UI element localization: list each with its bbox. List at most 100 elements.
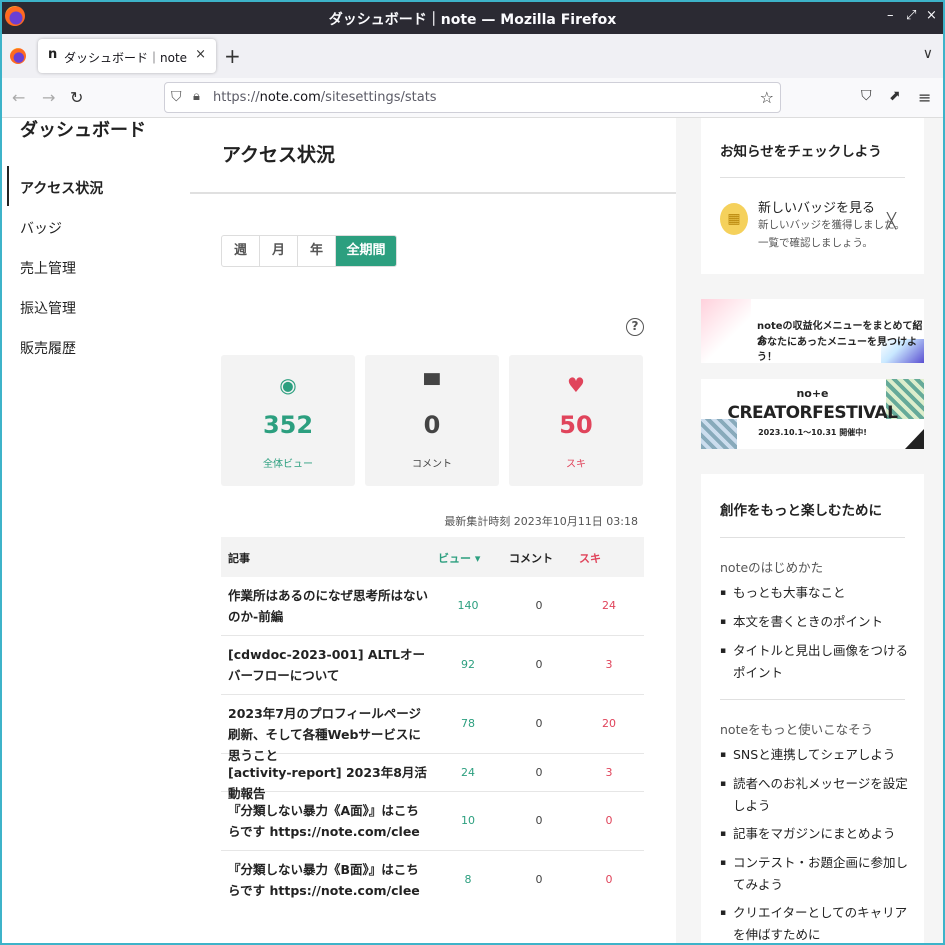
comments-label: コメント: [412, 459, 452, 470]
section-master-note: noteをもっと使いこなそう: [720, 722, 874, 737]
row-likes: 20: [602, 717, 616, 730]
dismiss-notice-icon[interactable]: ╳: [887, 212, 896, 230]
pocket-icon[interactable]: ⛉: [861, 88, 872, 104]
active-indicator: [7, 166, 9, 206]
tracking-shield-icon[interactable]: ⛉: [171, 89, 182, 105]
minimize-button[interactable]: –: [887, 8, 894, 23]
row-views: 8: [464, 873, 472, 886]
comment-icon: ▀: [424, 373, 440, 397]
tip-link[interactable]: 読者へのお礼メッセージを設定しよう: [720, 773, 910, 817]
tip-link[interactable]: コンテスト・お題企画に参加してみよう: [720, 852, 910, 896]
banner-illustration: [701, 299, 751, 363]
banner-line-2: あなたにあったメニューを見つけよう！: [757, 337, 917, 363]
sidebar-item-history[interactable]: 販売履歴: [20, 338, 76, 358]
help-icon[interactable]: ?: [626, 318, 644, 336]
table-row[interactable]: 『分類しない暴力《A面》』はこちらです https://note.com/cle…: [221, 792, 644, 851]
new-tab-button[interactable]: +: [224, 44, 241, 68]
row-comments: 0: [535, 814, 543, 827]
article-title[interactable]: 『分類しない暴力《B面》』はこちらです https://note.com/cle…: [228, 859, 428, 901]
tip-link[interactable]: クリエイターとしてのキャリアを伸ばすために: [720, 902, 910, 945]
maximize-button[interactable]: ⤢: [906, 8, 916, 23]
section-getting-started: noteのはじめかた: [720, 560, 824, 575]
row-comments: 0: [535, 717, 543, 730]
views-label: 全体ビュー: [263, 459, 313, 470]
period-month-button[interactable]: 月: [260, 236, 298, 266]
period-week-button[interactable]: 週: [222, 236, 260, 266]
comments-card: ▀ 0 コメント: [365, 355, 499, 486]
dashboard-sidebar: ダッシュボード アクセス状況 バッジ 売上管理 振込管理 販売履歴: [0, 118, 190, 945]
row-views: 140: [457, 599, 479, 612]
festival-dates: 2023.10.1～10.31 開催中!: [758, 428, 867, 437]
monetize-banner[interactable]: noteの収益化メニューをまとめて紹介 あなたにあったメニューを見つけよう！: [701, 299, 924, 363]
sidebar-item-badges[interactable]: バッジ: [20, 218, 62, 238]
tip-link[interactable]: もっとも大事なこと: [720, 582, 910, 604]
heart-icon: ♥: [567, 373, 585, 397]
lock-icon[interactable]: 🔒︎: [193, 89, 200, 104]
sidebar-item-access[interactable]: アクセス状況: [20, 178, 103, 198]
window-title: ダッシュボード｜note — Mozilla Firefox: [328, 12, 617, 28]
likes-label: スキ: [566, 459, 586, 470]
period-year-button[interactable]: 年: [298, 236, 336, 266]
likes-card: ♥ 50 スキ: [509, 355, 643, 486]
row-views: 24: [461, 766, 475, 779]
table-row[interactable]: 作業所はあるのになぜ思考所はないのか-前編 140 0 24: [221, 577, 644, 636]
period-selector: 週 月 年 全期間: [221, 235, 397, 267]
article-title[interactable]: 作業所はあるのになぜ思考所はないのか-前編: [228, 585, 428, 627]
festival-logo: no+e: [796, 387, 829, 400]
sidebar-heading: ダッシュボード: [20, 120, 146, 141]
table-row[interactable]: 2023年7月のプロフィールページ刷新、そして各種Webサービスに思うこと 78…: [221, 695, 644, 763]
reload-button[interactable]: ↻: [70, 88, 83, 107]
notice-box: お知らせをチェックしよう ▦ 新しいバッジを見る 新しいバッジを獲得しました。 …: [701, 118, 924, 274]
table-row[interactable]: [activity-report] 2023年8月活動報告 24 0 3: [221, 754, 644, 801]
festival-title: CREATORFESTIVAL: [727, 403, 898, 423]
tip-link[interactable]: 本文を書くときのポイント: [720, 611, 910, 633]
sidebar-item-sales[interactable]: 売上管理: [20, 258, 76, 278]
close-window-button[interactable]: ×: [926, 8, 937, 23]
header-article: 記事: [228, 552, 250, 565]
badge-text-2: 一覧で確認しましょう。: [758, 237, 873, 249]
period-all-button[interactable]: 全期間: [336, 236, 396, 266]
row-views: 78: [461, 717, 475, 730]
back-button[interactable]: ←: [12, 88, 25, 107]
table-row[interactable]: 『分類しない暴力《B面》』はこちらです https://note.com/cle…: [221, 851, 644, 910]
row-comments: 0: [535, 873, 543, 886]
views-count: 352: [262, 411, 314, 439]
forward-button[interactable]: →: [42, 88, 55, 107]
stats-main: アクセス状況 週 月 年 全期間 ? ◉ 352 全体ビュー ▀ 0 コメント …: [190, 118, 676, 945]
creator-festival-banner[interactable]: no+e CREATORFESTIVAL 2023.10.1～10.31 開催中…: [701, 379, 924, 449]
url-bar[interactable]: ⛉ 🔒︎ https://note.com/sitesettings/stats…: [164, 82, 781, 113]
tab-close-icon[interactable]: ×: [195, 47, 206, 62]
header-comments[interactable]: コメント: [509, 550, 553, 566]
page-content: ダッシュボード アクセス状況 バッジ 売上管理 振込管理 販売履歴 アクセス状況…: [0, 118, 945, 945]
row-likes: 3: [605, 766, 613, 779]
stats-table: 記事 ビュー ▾ コメント スキ 作業所はあるのになぜ思考所はないのか-前編 1…: [221, 537, 644, 910]
app-menu-icon[interactable]: ≡: [918, 88, 931, 107]
creation-divider: [720, 537, 905, 538]
header-likes[interactable]: スキ: [579, 550, 601, 566]
bookmark-star-icon[interactable]: ☆: [760, 88, 774, 107]
header-views-sort[interactable]: ビュー ▾: [438, 550, 480, 566]
creation-heading: 創作をもっと楽しむために: [720, 503, 882, 519]
section-divider: [720, 699, 905, 700]
sidebar-item-transfers[interactable]: 振込管理: [20, 298, 76, 318]
table-row[interactable]: [cdwdoc-2023-001] ALTLオーバーフローについて 92 0 3: [221, 636, 644, 695]
list-all-tabs-icon[interactable]: ∨: [923, 46, 933, 62]
tip-link[interactable]: タイトルと見出し画像をつけるポイント: [720, 640, 910, 684]
firefox-view-icon[interactable]: [10, 48, 26, 64]
tip-link[interactable]: 記事をマガジンにまとめよう: [720, 823, 910, 845]
row-likes: 3: [605, 658, 613, 671]
article-title[interactable]: [cdwdoc-2023-001] ALTLオーバーフローについて: [228, 644, 428, 686]
tab-dashboard[interactable]: n ダッシュボード｜note ×: [38, 39, 216, 73]
views-card: ◉ 352 全体ビュー: [221, 355, 355, 486]
last-updated: 最新集計時刻 2023年10月11日 03:18: [444, 515, 638, 528]
tip-link[interactable]: SNSと連携してシェアしよう: [720, 744, 910, 766]
row-comments: 0: [535, 766, 543, 779]
url-text[interactable]: https://note.com/sitesettings/stats: [213, 90, 437, 105]
note-favicon-icon: n: [48, 47, 58, 62]
extensions-icon[interactable]: ⬈: [889, 88, 901, 104]
row-likes: 24: [602, 599, 616, 612]
badge-title[interactable]: 新しいバッジを見る: [758, 197, 875, 216]
article-title[interactable]: 『分類しない暴力《A面》』はこちらです https://note.com/cle…: [228, 800, 428, 842]
row-views: 92: [461, 658, 475, 671]
eye-icon: ◉: [279, 373, 297, 397]
